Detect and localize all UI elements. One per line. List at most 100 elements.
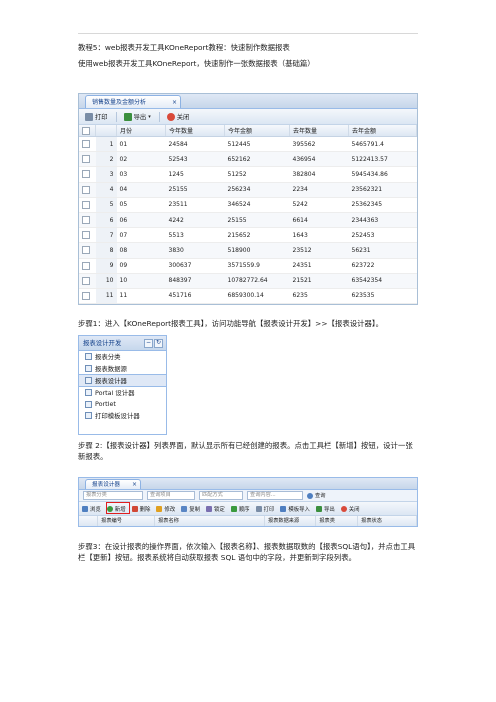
tool-label: 复制 [189, 506, 200, 513]
table-row[interactable]: 1 01 24584 512445 395562 5465791.4 [79, 136, 417, 153]
close-icon[interactable]: × [132, 480, 137, 490]
table-row[interactable]: 5 05 23511 346524 5242 25362345 [79, 197, 417, 213]
checkbox[interactable] [82, 170, 90, 179]
checkbox[interactable] [82, 126, 90, 135]
checkbox[interactable] [82, 291, 90, 300]
table-row[interactable]: 6 06 4242 25155 6614 2344363 [79, 212, 417, 229]
tool-button-9[interactable]: 导出 [315, 505, 335, 513]
tool-button-0[interactable]: 浏览 [82, 505, 101, 513]
tree-item[interactable]: Portal 设计器 [79, 387, 166, 399]
row-checkbox-cell[interactable] [79, 212, 96, 229]
column-header[interactable]: 报表状态 [358, 516, 417, 526]
row-number: 2 [95, 151, 117, 168]
tab-report-designer[interactable]: 报表设计器 × [85, 479, 141, 489]
column-header[interactable]: 报表编号 [98, 516, 156, 526]
search-bar: 报表分类 查询项目 匹配方式 查询内容... 查询 [79, 490, 417, 502]
col-amount-last-year[interactable]: 去年金额 [348, 125, 417, 137]
checkbox[interactable] [82, 155, 90, 164]
row-checkbox-cell[interactable] [79, 166, 96, 183]
export-button[interactable]: 导出 ▾ [123, 112, 151, 121]
col-qty-last-year[interactable]: 去年数量 [289, 125, 349, 137]
checkbox[interactable] [82, 231, 90, 240]
row-checkbox-cell[interactable] [79, 288, 96, 304]
table-row[interactable]: 11 11 451716 6859300.14 6235 623535 [79, 288, 417, 304]
col-month[interactable]: 月份 [116, 125, 166, 137]
table-row[interactable]: 4 04 25155 256234 2234 23562321 [79, 182, 417, 198]
tool-button-8[interactable]: 模板导入 [280, 505, 310, 513]
col-qty-this-year[interactable]: 今年数量 [165, 125, 225, 137]
row-checkbox-cell[interactable] [79, 273, 96, 289]
table-cell: 6614 [289, 212, 349, 229]
print-button[interactable]: 打印 [85, 112, 108, 121]
checkbox[interactable] [82, 200, 90, 209]
tree-item-label: 报表分类 [95, 353, 121, 362]
table-cell: 512445 [224, 136, 290, 153]
table-row[interactable]: 9 09 300637 3571559.9 24351 623722 [79, 258, 417, 274]
toolbar-separator [158, 111, 160, 122]
close-button[interactable]: 关闭 [166, 112, 189, 121]
checkbox[interactable] [82, 276, 90, 285]
column-header[interactable]: 报表数据来源 [265, 516, 317, 526]
checkbox[interactable] [82, 246, 90, 255]
row-checkbox-cell[interactable] [79, 303, 96, 304]
tab-label: 销售数量及金额分析 [92, 99, 147, 106]
tree-item[interactable]: 报表设计器 [79, 374, 166, 387]
tree-item-label: Portlet [95, 400, 116, 409]
select-all-header[interactable] [79, 516, 99, 526]
table-cell: 25362345 [348, 197, 417, 213]
tree-item[interactable]: 报表分类 [79, 351, 166, 363]
data-table: 月份 今年数量 今年金额 去年数量 去年金额 1 01 24584 512445 395… [79, 125, 417, 304]
row-checkbox-cell[interactable] [79, 182, 96, 198]
row-checkbox-cell[interactable] [79, 136, 96, 153]
checkbox[interactable] [82, 216, 90, 225]
tool-button-7[interactable]: 打印 [255, 505, 274, 513]
match-select[interactable]: 匹配方式 [199, 491, 243, 500]
checkbox[interactable] [82, 261, 90, 270]
table-row[interactable]: 2 02 52543 652162 436954 5122413.57 [79, 151, 417, 168]
panel-title: 报表设计开发 [83, 339, 122, 347]
tool-button-6[interactable]: 顺序 [230, 505, 250, 513]
query-button[interactable]: 查询 [307, 492, 325, 499]
table-row[interactable]: 10 10 848397 10782772.64 21521 63542354 [79, 273, 417, 289]
row-checkbox-cell[interactable] [79, 258, 96, 274]
tool-button-2[interactable]: 删除 [131, 505, 150, 513]
select-all-header[interactable] [79, 125, 96, 137]
checkbox[interactable] [82, 185, 90, 194]
column-header[interactable]: 报表名称 [155, 516, 266, 526]
table-cell: 23562321 [348, 182, 417, 198]
collapse-icon[interactable]: − [144, 339, 153, 348]
table-cell: 350691 [165, 303, 225, 304]
table-row[interactable]: 8 08 3830 518900 23512 56231 [79, 242, 417, 259]
tool-button-4[interactable]: 复制 [181, 505, 200, 513]
close-icon[interactable]: × [172, 96, 177, 109]
tree-item[interactable]: 报表数据源 [79, 363, 166, 375]
column-header[interactable]: 报表类 [316, 516, 359, 526]
row-checkbox-cell[interactable] [79, 197, 96, 213]
checkbox[interactable] [82, 140, 90, 149]
row-number: 3 [95, 166, 117, 183]
row-checkbox-cell[interactable] [79, 151, 96, 168]
table-row[interactable]: 7 07 5513 215652 1643 252453 [79, 227, 417, 244]
category-select[interactable]: 报表分类 [83, 491, 143, 500]
tree-item[interactable]: 打印模板设计器 [79, 410, 166, 422]
close-icon [340, 505, 347, 512]
col-amount-this-year[interactable]: 今年金额 [224, 125, 290, 137]
report-icon [85, 353, 92, 361]
row-number: 4 [95, 182, 117, 198]
tool-button-10[interactable]: 关闭 [340, 505, 360, 513]
tool-button-3[interactable]: 修改 [156, 505, 175, 513]
printer-icon [85, 112, 93, 121]
table-row[interactable]: 3 03 1245 51252 382804 5945434.86 [79, 166, 417, 183]
search-input[interactable]: 查询内容... [247, 491, 303, 500]
tab-sales-analysis[interactable]: 销售数量及金额分析 × [85, 95, 181, 108]
tree-item[interactable]: Portlet [79, 398, 166, 410]
field-select[interactable]: 查询项目 [147, 491, 195, 500]
row-number: 9 [95, 258, 117, 274]
highlight-new-button [106, 502, 130, 514]
refresh-icon[interactable]: ↻ [154, 339, 163, 348]
table-cell: 451716 [165, 288, 225, 304]
row-checkbox-cell[interactable] [79, 242, 96, 259]
tool-button-5[interactable]: 锁定 [205, 505, 225, 513]
row-checkbox-cell[interactable] [79, 227, 96, 244]
table-row[interactable]: 12123506914860847.51563465715 [79, 303, 417, 304]
